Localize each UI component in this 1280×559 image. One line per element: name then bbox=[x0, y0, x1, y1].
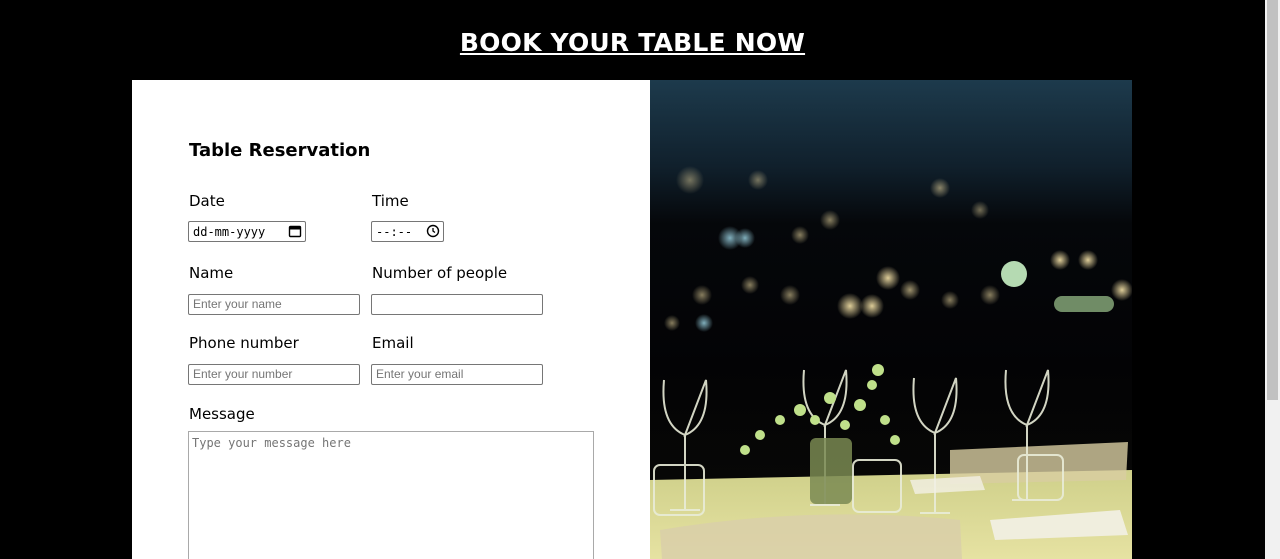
date-input[interactable]: dd-mm-yyyy bbox=[188, 221, 306, 242]
page-title: BOOK YOUR TABLE NOW bbox=[459, 28, 806, 57]
message-label: Message bbox=[189, 405, 255, 423]
email-input[interactable]: Enter your email bbox=[371, 364, 543, 385]
phone-label: Phone number bbox=[189, 334, 299, 352]
date-input-value: dd-mm-yyyy bbox=[193, 225, 266, 239]
scrollbar-thumb[interactable] bbox=[1267, 0, 1278, 400]
restaurant-photo-art bbox=[650, 166, 1132, 559]
name-label: Name bbox=[189, 264, 234, 282]
restaurant-photo bbox=[650, 80, 1132, 559]
message-textarea[interactable]: Type your message here bbox=[188, 431, 594, 559]
clock-icon[interactable] bbox=[426, 224, 440, 238]
date-label: Date bbox=[189, 192, 225, 210]
reservation-card: Table Reservation Date dd-mm-yyyy Time -… bbox=[132, 80, 1132, 559]
name-input[interactable]: Enter your name bbox=[188, 294, 360, 315]
email-label: Email bbox=[372, 334, 414, 352]
reservation-form: Table Reservation Date dd-mm-yyyy Time -… bbox=[132, 80, 650, 559]
form-title: Table Reservation bbox=[189, 140, 371, 161]
time-input-value: --:-- bbox=[376, 225, 413, 239]
page-scrollbar[interactable] bbox=[1265, 0, 1280, 559]
calendar-icon[interactable] bbox=[288, 224, 302, 238]
people-label: Number of people bbox=[372, 264, 508, 282]
people-input[interactable] bbox=[371, 294, 543, 315]
time-input[interactable]: --:-- bbox=[371, 221, 444, 242]
phone-input[interactable]: Enter your number bbox=[188, 364, 360, 385]
time-label: Time bbox=[372, 192, 409, 210]
